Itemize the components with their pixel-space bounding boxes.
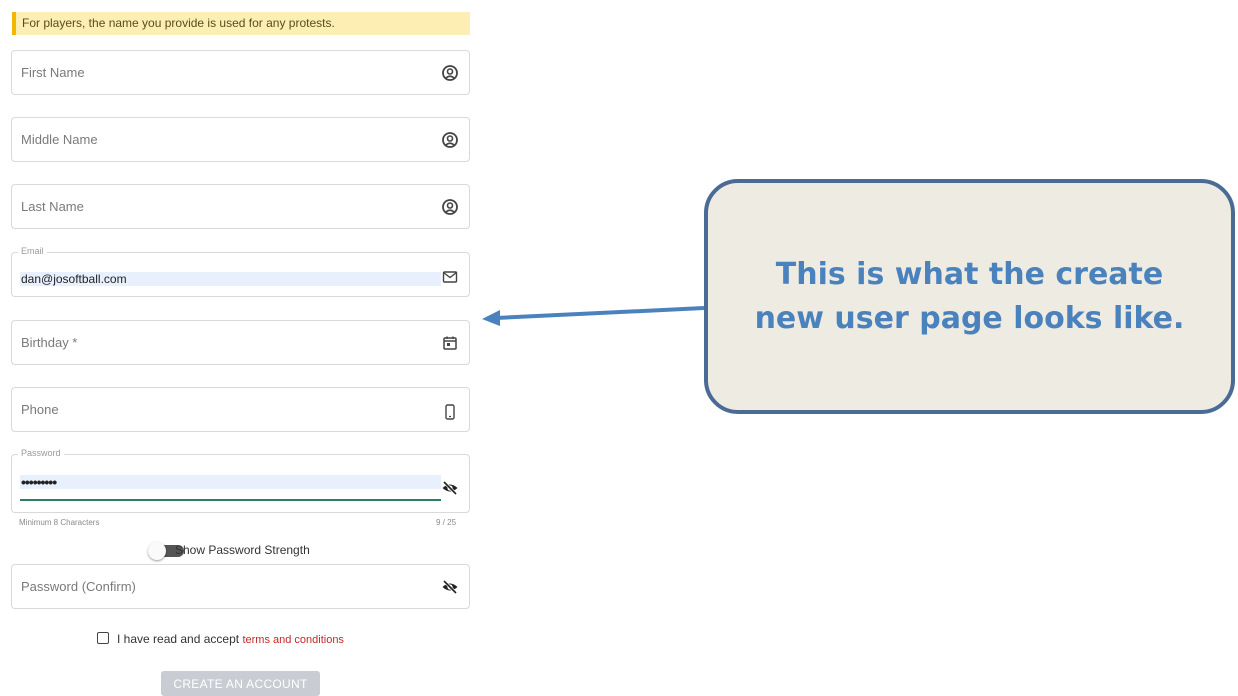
birthday-placeholder: Birthday * (21, 335, 78, 350)
person-icon (442, 132, 458, 148)
info-notice: For players, the name you provide is use… (12, 12, 470, 35)
callout-text: This is what the create new user page lo… (754, 256, 1185, 336)
terms-checkbox[interactable] (97, 632, 109, 644)
password-counter: 9 / 25 (436, 518, 457, 527)
eye-off-icon[interactable] (441, 479, 459, 497)
phone-placeholder: Phone (21, 402, 59, 417)
person-icon (442, 65, 458, 81)
phone-icon (445, 404, 455, 420)
callout-box: This is what the create new user page lo… (704, 179, 1235, 414)
password-hint: Minimum 8 Characters (19, 518, 100, 527)
password-strength-label: Show Password Strength (175, 543, 310, 557)
password-confirm-field[interactable]: Password (Confirm) (11, 564, 470, 609)
eye-off-icon[interactable] (441, 578, 459, 596)
last-name-field[interactable]: Last Name (11, 184, 470, 229)
email-field[interactable]: Email dan@josoftball.com (11, 246, 470, 297)
toggle-knob[interactable] (148, 542, 166, 560)
callout-arrow (482, 306, 705, 326)
middle-name-placeholder: Middle Name (21, 132, 98, 147)
envelope-icon (442, 271, 458, 283)
terms-text: I have read and accept terms and conditi… (117, 632, 344, 646)
first-name-field[interactable]: First Name (11, 50, 470, 95)
first-name-placeholder: First Name (21, 65, 85, 80)
create-account-button[interactable]: CREATE AN ACCOUNT (161, 671, 320, 696)
terms-link[interactable]: terms and conditions (242, 634, 344, 646)
calendar-icon (443, 336, 457, 350)
password-confirm-placeholder: Password (Confirm) (21, 579, 136, 594)
password-field[interactable]: Password ••••••••• (11, 448, 470, 513)
email-value: dan@josoftball.com (20, 272, 441, 286)
birthday-field[interactable]: Birthday * (11, 320, 470, 365)
person-icon (442, 199, 458, 215)
middle-name-field[interactable]: Middle Name (11, 117, 470, 162)
terms-label: I have read and accept (117, 632, 240, 646)
last-name-placeholder: Last Name (21, 199, 84, 214)
email-label: Email (18, 246, 47, 256)
phone-field[interactable]: Phone (11, 387, 470, 432)
password-label: Password (18, 448, 64, 458)
password-focus-underline (20, 499, 441, 501)
password-value: ••••••••• (20, 475, 441, 489)
